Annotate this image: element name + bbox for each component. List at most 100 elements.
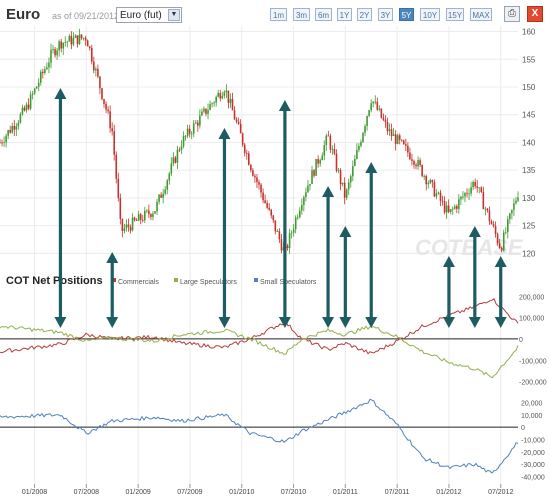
price-candle-body (370, 103, 372, 111)
cot-y-tick-label: -200,000 (519, 380, 547, 387)
price-candle-body (125, 224, 128, 229)
price-candle-body (439, 192, 442, 201)
price-candle-body (411, 159, 413, 161)
price-candle-body (162, 193, 164, 198)
x-tick-label: 07/2010 (281, 489, 306, 496)
arrow-head-down (339, 317, 352, 328)
price-candle-body (82, 37, 85, 39)
price-candle-body (231, 98, 234, 111)
price-candle-body (349, 176, 352, 183)
arrow-head-up (54, 88, 67, 99)
price-candle-body (341, 182, 344, 185)
price-candle-body (33, 88, 36, 94)
price-candle-body (270, 209, 273, 216)
price-candle-body (9, 130, 11, 133)
x-tick-label: 07/2011 (385, 489, 410, 496)
price-candle-body (296, 217, 299, 218)
price-candle-body (447, 205, 450, 212)
x-tick-label: 07/2008 (74, 489, 99, 496)
price-candle-body (15, 126, 18, 130)
price-candle-body (213, 102, 215, 104)
price-candle-body (472, 181, 474, 188)
price-candle-body (400, 139, 403, 141)
price-candle-body (478, 187, 481, 189)
price-candle-body (180, 146, 183, 150)
price-candle-body (35, 86, 38, 89)
price-y-tick-label: 130 (522, 194, 536, 203)
price-candle-body (337, 170, 340, 172)
price-candle-body (398, 135, 401, 140)
price-candle-body (72, 37, 75, 45)
price-candle-body (160, 194, 162, 198)
arrow-head-down (442, 317, 455, 328)
cot-panel-title: COT Net Positions (6, 275, 103, 287)
price-candle-body (97, 68, 99, 77)
price-candle-body (29, 94, 32, 109)
cot-series-line-small-speculators (0, 398, 519, 474)
price-candle-body (280, 239, 283, 251)
price-candle-body (423, 176, 425, 177)
price-candle-body (19, 114, 22, 123)
x-tick-label: 01/2010 (229, 489, 254, 496)
price-candle-body (445, 205, 448, 213)
arrow-head-up (468, 226, 481, 237)
price-candle-body (56, 50, 58, 56)
price-candle-body (78, 34, 81, 45)
price-candle-body (278, 231, 281, 240)
price-candle-body (437, 192, 440, 194)
price-candle-body (64, 42, 67, 43)
small-spec-y-tick-label: -10,000 (521, 438, 545, 445)
price-candle-body (419, 160, 421, 166)
price-candle-body (54, 49, 56, 56)
price-candle-body (39, 71, 42, 83)
price-candle-body (256, 177, 258, 183)
price-candle-body (207, 110, 209, 114)
price-candle-body (209, 104, 211, 111)
price-candle-body (243, 144, 246, 154)
x-tick-label: 07/2009 (177, 489, 202, 496)
price-candle-body (484, 208, 487, 210)
cot-series-line-large-speculators (0, 325, 519, 379)
arrow-head-up (322, 186, 335, 197)
price-candle-body (44, 69, 46, 73)
price-candle-body (364, 125, 366, 133)
legend-swatch (174, 278, 178, 282)
price-candle-body (190, 133, 193, 135)
price-candle-body (121, 218, 124, 231)
price-candle-body (392, 134, 395, 136)
legend-label: Small Speculators (260, 279, 317, 286)
price-candle-body (117, 178, 120, 198)
price-y-tick-label: 135 (522, 166, 536, 175)
price-candle-body (129, 226, 132, 231)
price-candle-body (382, 117, 385, 120)
price-candle-body (390, 129, 393, 136)
price-candle-body (150, 214, 152, 217)
price-candle-body (305, 192, 307, 197)
price-candle-body (76, 35, 79, 45)
price-candle-body (405, 144, 407, 146)
price-candle-body (360, 141, 362, 146)
small-spec-y-tick-label: 10,000 (521, 413, 543, 420)
price-candle-body (74, 35, 77, 38)
price-candle-body (184, 135, 187, 137)
price-candle-body (345, 189, 348, 198)
price-candle-body (429, 180, 432, 184)
price-candle-body (237, 121, 240, 124)
price-candle-body (470, 187, 472, 194)
price-candle-body (248, 153, 250, 165)
price-candle-body (66, 41, 69, 43)
small-spec-y-tick-label: 0 (521, 425, 525, 432)
price-candle-body (172, 157, 175, 164)
price-candle-body (456, 206, 458, 209)
small-spec-y-tick-label: -40,000 (521, 475, 545, 482)
price-candle-body (333, 149, 336, 154)
price-candle-body (50, 49, 52, 63)
price-candle-body (292, 229, 295, 233)
price-candle-body (272, 215, 275, 221)
price-candle-body (274, 220, 277, 232)
arrow-head-up (339, 226, 352, 237)
price-candle-body (294, 217, 297, 230)
price-candle-body (366, 116, 368, 126)
price-candle-body (288, 233, 291, 249)
price-candle-body (290, 232, 293, 234)
